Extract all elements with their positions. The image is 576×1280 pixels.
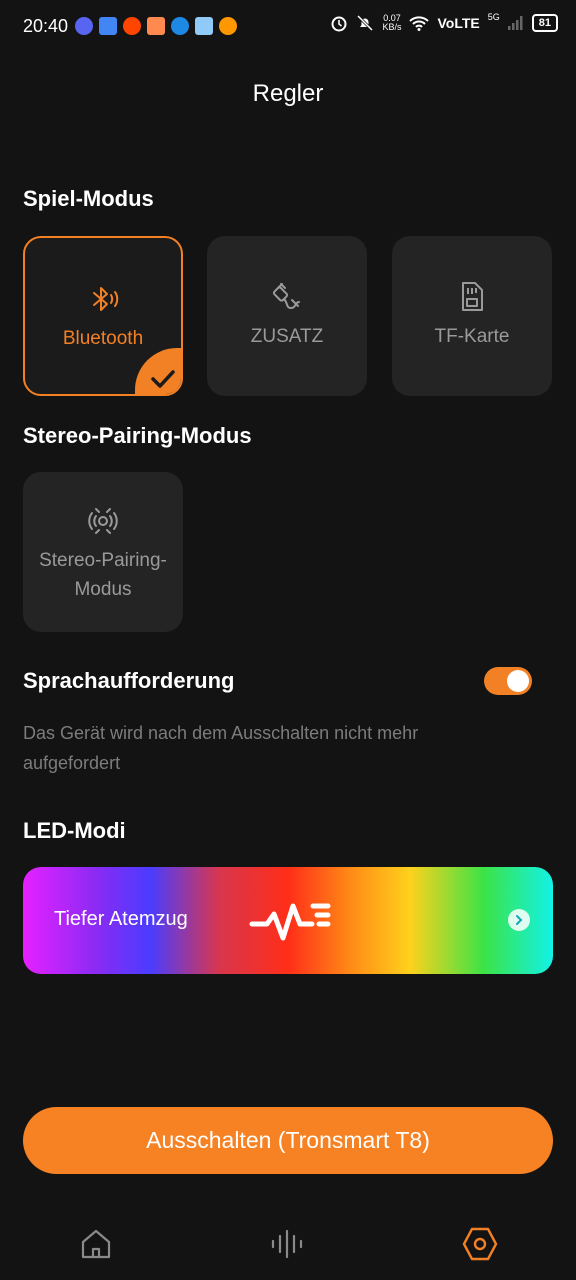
nav-settings[interactable]: [460, 1224, 500, 1264]
network-gen: 5G: [487, 12, 500, 22]
hexagon-settings-icon: [462, 1227, 498, 1261]
omx-icon: [171, 17, 189, 35]
stereo-pairing-card[interactable]: Stereo-Pairing- Modus: [23, 472, 183, 632]
mode-label-bluetooth: Bluetooth: [62, 328, 144, 349]
notification-icons: [75, 17, 237, 35]
reddit-icon: [123, 17, 141, 35]
stereo-pairing-icon: [23, 504, 183, 538]
calendar-icon: [99, 17, 117, 35]
bluetooth-icon: [25, 282, 181, 316]
aux-cable-icon: [207, 280, 367, 314]
page-title: Regler: [252, 80, 324, 107]
status-time: 20:40: [23, 16, 69, 36]
volte-label: VoLTE: [437, 15, 480, 31]
pulse-wave-icon: [249, 903, 331, 941]
sd-card-icon: [392, 280, 552, 314]
mode-card-tf-card[interactable]: TF-Karte: [392, 236, 552, 396]
home-icon: [81, 1229, 111, 1259]
app-notification-icon: [219, 17, 237, 35]
mute-bell-icon: [357, 14, 374, 32]
stereo-pairing-label-line2: Modus: [74, 579, 132, 600]
battery-indicator: 81: [531, 14, 558, 32]
mail-icon: [195, 17, 213, 35]
status-bar: 20:40 0.07 KB/s VoLTE 5G 81: [0, 0, 576, 54]
discord-icon: [75, 17, 93, 35]
stereo-pairing-title: Stereo-Pairing-Modus: [23, 423, 252, 448]
sound-wave-icon: [271, 1229, 303, 1259]
nav-equalizer[interactable]: [268, 1224, 308, 1264]
power-off-button[interactable]: Ausschalten (Tronsmart T8): [23, 1107, 553, 1174]
voice-prompt-hint: Das Gerät wird nach dem Ausschalten nich…: [23, 723, 419, 773]
led-modes-title: LED-Modi: [23, 818, 126, 843]
voice-prompt-toggle[interactable]: [484, 667, 532, 695]
signal-icon: [507, 16, 523, 30]
bottom-nav: [0, 1210, 576, 1280]
net-speed: 0.07 KB/s: [382, 14, 401, 32]
mode-label-tf-card: TF-Karte: [434, 326, 510, 347]
game-mode-title: Spiel-Modus: [23, 186, 154, 211]
alarm-icon: [331, 16, 347, 32]
mode-label-aux: ZUSATZ: [250, 326, 324, 347]
toggle-knob: [507, 670, 529, 692]
chevron-right-icon[interactable]: [508, 909, 530, 931]
stereo-pairing-label-line1: Stereo-Pairing-: [39, 550, 167, 571]
check-icon: [151, 370, 175, 388]
led-mode-label: Tiefer Atemzug: [54, 908, 188, 930]
hourglass-icon: [147, 17, 165, 35]
stereo-pairing-label: Stereo-Pairing- Modus: [23, 546, 183, 604]
voice-prompt-title: Sprachaufforderung: [23, 668, 235, 693]
status-right: 0.07 KB/s VoLTE 5G 81: [330, 12, 558, 32]
mode-card-aux[interactable]: ZUSATZ: [207, 236, 367, 396]
selected-check-badge: [135, 348, 181, 394]
mode-card-bluetooth[interactable]: Bluetooth: [23, 236, 183, 396]
net-speed-unit: KB/s: [382, 22, 402, 32]
led-mode-banner[interactable]: Tiefer Atemzug: [23, 867, 553, 974]
wifi-icon: [409, 16, 430, 31]
nav-home[interactable]: [76, 1224, 116, 1264]
